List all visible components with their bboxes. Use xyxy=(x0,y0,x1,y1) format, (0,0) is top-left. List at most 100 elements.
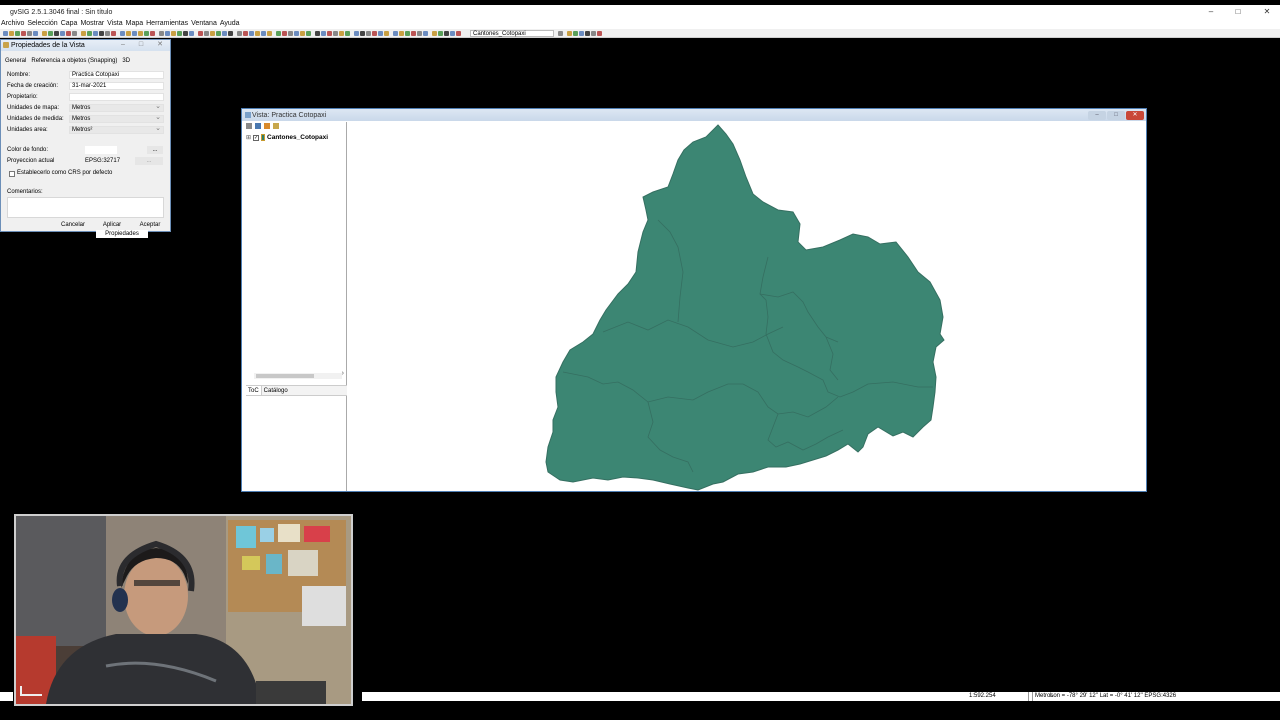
toolbar-tool-icon[interactable] xyxy=(144,31,149,36)
toolbar-tool-icon[interactable] xyxy=(339,31,344,36)
tab-snapping[interactable]: Referencia a objetos (Snapping) xyxy=(31,58,117,64)
toc-layer-icon[interactable] xyxy=(264,123,270,129)
toc-horizontal-scrollbar[interactable]: › xyxy=(254,370,344,379)
unidades-medida-select[interactable]: Metros xyxy=(69,114,164,123)
toolbar-tool-icon[interactable] xyxy=(222,31,227,36)
toolbar-tool-icon[interactable] xyxy=(585,31,590,36)
toolbar-tool-icon[interactable] xyxy=(54,31,59,36)
toolbar-tool-icon[interactable] xyxy=(27,31,32,36)
unidades-area-select[interactable]: Metros² xyxy=(69,125,164,134)
toolbar-tool-icon[interactable] xyxy=(438,31,443,36)
toolbar-tool-icon[interactable] xyxy=(432,31,437,36)
view-close-icon[interactable]: ✕ xyxy=(1126,111,1144,120)
toolbar-tool-icon[interactable] xyxy=(294,31,299,36)
toolbar-tool-icon[interactable] xyxy=(159,31,164,36)
toolbar-tool-icon[interactable] xyxy=(198,31,203,36)
toolbar-tool-icon[interactable] xyxy=(120,31,125,36)
toolbar-tool-icon[interactable] xyxy=(138,31,143,36)
toolbar-tool-icon[interactable] xyxy=(3,31,8,36)
menu-vista[interactable]: Vista xyxy=(107,19,122,29)
toolbar-tool-icon[interactable] xyxy=(249,31,254,36)
unidades-mapa-select[interactable]: Metros xyxy=(69,103,164,112)
toolbar-tool-icon[interactable] xyxy=(21,31,26,36)
tab-catalogo[interactable]: Catálogo xyxy=(262,386,290,395)
toolbar-tool-icon[interactable] xyxy=(315,31,320,36)
menu-ayuda[interactable]: Ayuda xyxy=(220,19,240,29)
toolbar-tool-icon[interactable] xyxy=(15,31,20,36)
toolbar-tool-icon[interactable] xyxy=(171,31,176,36)
nombre-field[interactable]: Practica Cotopaxi xyxy=(69,71,164,79)
toolbar-tool-icon[interactable] xyxy=(366,31,371,36)
toc-folder-icon[interactable] xyxy=(273,123,279,129)
toolbar-tool-icon[interactable] xyxy=(591,31,596,36)
layer-selector[interactable]: Cantones_Cotopaxi xyxy=(470,30,554,37)
toolbar-tool-icon[interactable] xyxy=(360,31,365,36)
toolbar-tool-icon[interactable] xyxy=(384,31,389,36)
menu-mostrar[interactable]: Mostrar xyxy=(80,19,104,29)
toolbar-tool-icon[interactable] xyxy=(579,31,584,36)
toolbar-tool-icon[interactable] xyxy=(450,31,455,36)
map-canvas[interactable] xyxy=(348,122,1146,491)
toolbar-tool-icon[interactable] xyxy=(105,31,110,36)
toolbar-tool-icon[interactable] xyxy=(573,31,578,36)
toolbar-tool-icon[interactable] xyxy=(33,31,38,36)
accept-button[interactable]: Aceptar xyxy=(135,221,165,229)
color-picker-button[interactable]: ... xyxy=(147,146,163,154)
scale-readout[interactable]: 1:592.254 xyxy=(969,692,1029,701)
toolbar-tool-icon[interactable] xyxy=(243,31,248,36)
tab-3d[interactable]: 3D xyxy=(122,58,130,64)
toolbar-tool-icon[interactable] xyxy=(66,31,71,36)
toolbar-tool-icon[interactable] xyxy=(417,31,422,36)
toolbar-tool-icon[interactable] xyxy=(42,31,47,36)
menu-herramientas[interactable]: Herramientas xyxy=(146,19,188,29)
toolbar-tool-icon[interactable] xyxy=(597,31,602,36)
toolbar-tool-icon[interactable] xyxy=(354,31,359,36)
expand-icon[interactable]: ⊞ xyxy=(246,134,251,141)
dialog-maximize-icon[interactable]: □ xyxy=(136,41,146,49)
toolbar-tool-icon[interactable] xyxy=(405,31,410,36)
toolbar-tool-icon[interactable] xyxy=(558,31,563,36)
close-button[interactable]: ✕ xyxy=(1254,5,1280,19)
scrollbar-thumb[interactable] xyxy=(256,374,314,378)
toolbar-tool-icon[interactable] xyxy=(306,31,311,36)
toolbar-tool-icon[interactable] xyxy=(9,31,14,36)
toolbar-tool-icon[interactable] xyxy=(378,31,383,36)
toolbar-tool-icon[interactable] xyxy=(210,31,215,36)
toolbar-tool-icon[interactable] xyxy=(216,31,221,36)
scroll-right-icon[interactable]: › xyxy=(342,370,344,377)
toolbar-tool-icon[interactable] xyxy=(165,31,170,36)
apply-button[interactable]: Aplicar xyxy=(97,221,127,229)
minimize-button[interactable]: – xyxy=(1198,5,1224,19)
toolbar-tool-icon[interactable] xyxy=(372,31,377,36)
menu-ventana[interactable]: Ventana xyxy=(191,19,217,29)
view-maximize-icon[interactable]: □ xyxy=(1107,111,1125,120)
toolbar-tool-icon[interactable] xyxy=(81,31,86,36)
view-minimize-icon[interactable]: – xyxy=(1088,111,1106,120)
toolbar-tool-icon[interactable] xyxy=(261,31,266,36)
toolbar-tool-icon[interactable] xyxy=(183,31,188,36)
toc-tool-icon[interactable] xyxy=(246,123,252,129)
cancel-button[interactable]: Cancelar xyxy=(57,221,89,229)
fecha-field[interactable]: 31-mar-2021 xyxy=(69,82,164,90)
tab-toc[interactable]: ToC xyxy=(246,386,262,395)
toolbar-tool-icon[interactable] xyxy=(189,31,194,36)
color-swatch[interactable] xyxy=(85,146,117,154)
menu-archivo[interactable]: Archivo xyxy=(1,19,24,29)
toolbar-tool-icon[interactable] xyxy=(48,31,53,36)
layer-visibility-checkbox[interactable]: ✓ xyxy=(253,134,260,141)
toolbar-tool-icon[interactable] xyxy=(132,31,137,36)
toolbar-tool-icon[interactable] xyxy=(111,31,116,36)
toolbar-tool-icon[interactable] xyxy=(60,31,65,36)
toolbar-tool-icon[interactable] xyxy=(87,31,92,36)
tab-general[interactable]: General xyxy=(5,58,26,64)
menu-seleccion[interactable]: Selección xyxy=(27,19,57,29)
menu-capa[interactable]: Capa xyxy=(61,19,78,29)
toolbar-tool-icon[interactable] xyxy=(228,31,233,36)
toolbar-tool-icon[interactable] xyxy=(150,31,155,36)
toolbar-tool-icon[interactable] xyxy=(399,31,404,36)
toolbar-tool-icon[interactable] xyxy=(327,31,332,36)
toolbar-tool-icon[interactable] xyxy=(93,31,98,36)
toolbar-tool-icon[interactable] xyxy=(345,31,350,36)
toolbar-tool-icon[interactable] xyxy=(204,31,209,36)
toolbar-tool-icon[interactable] xyxy=(72,31,77,36)
